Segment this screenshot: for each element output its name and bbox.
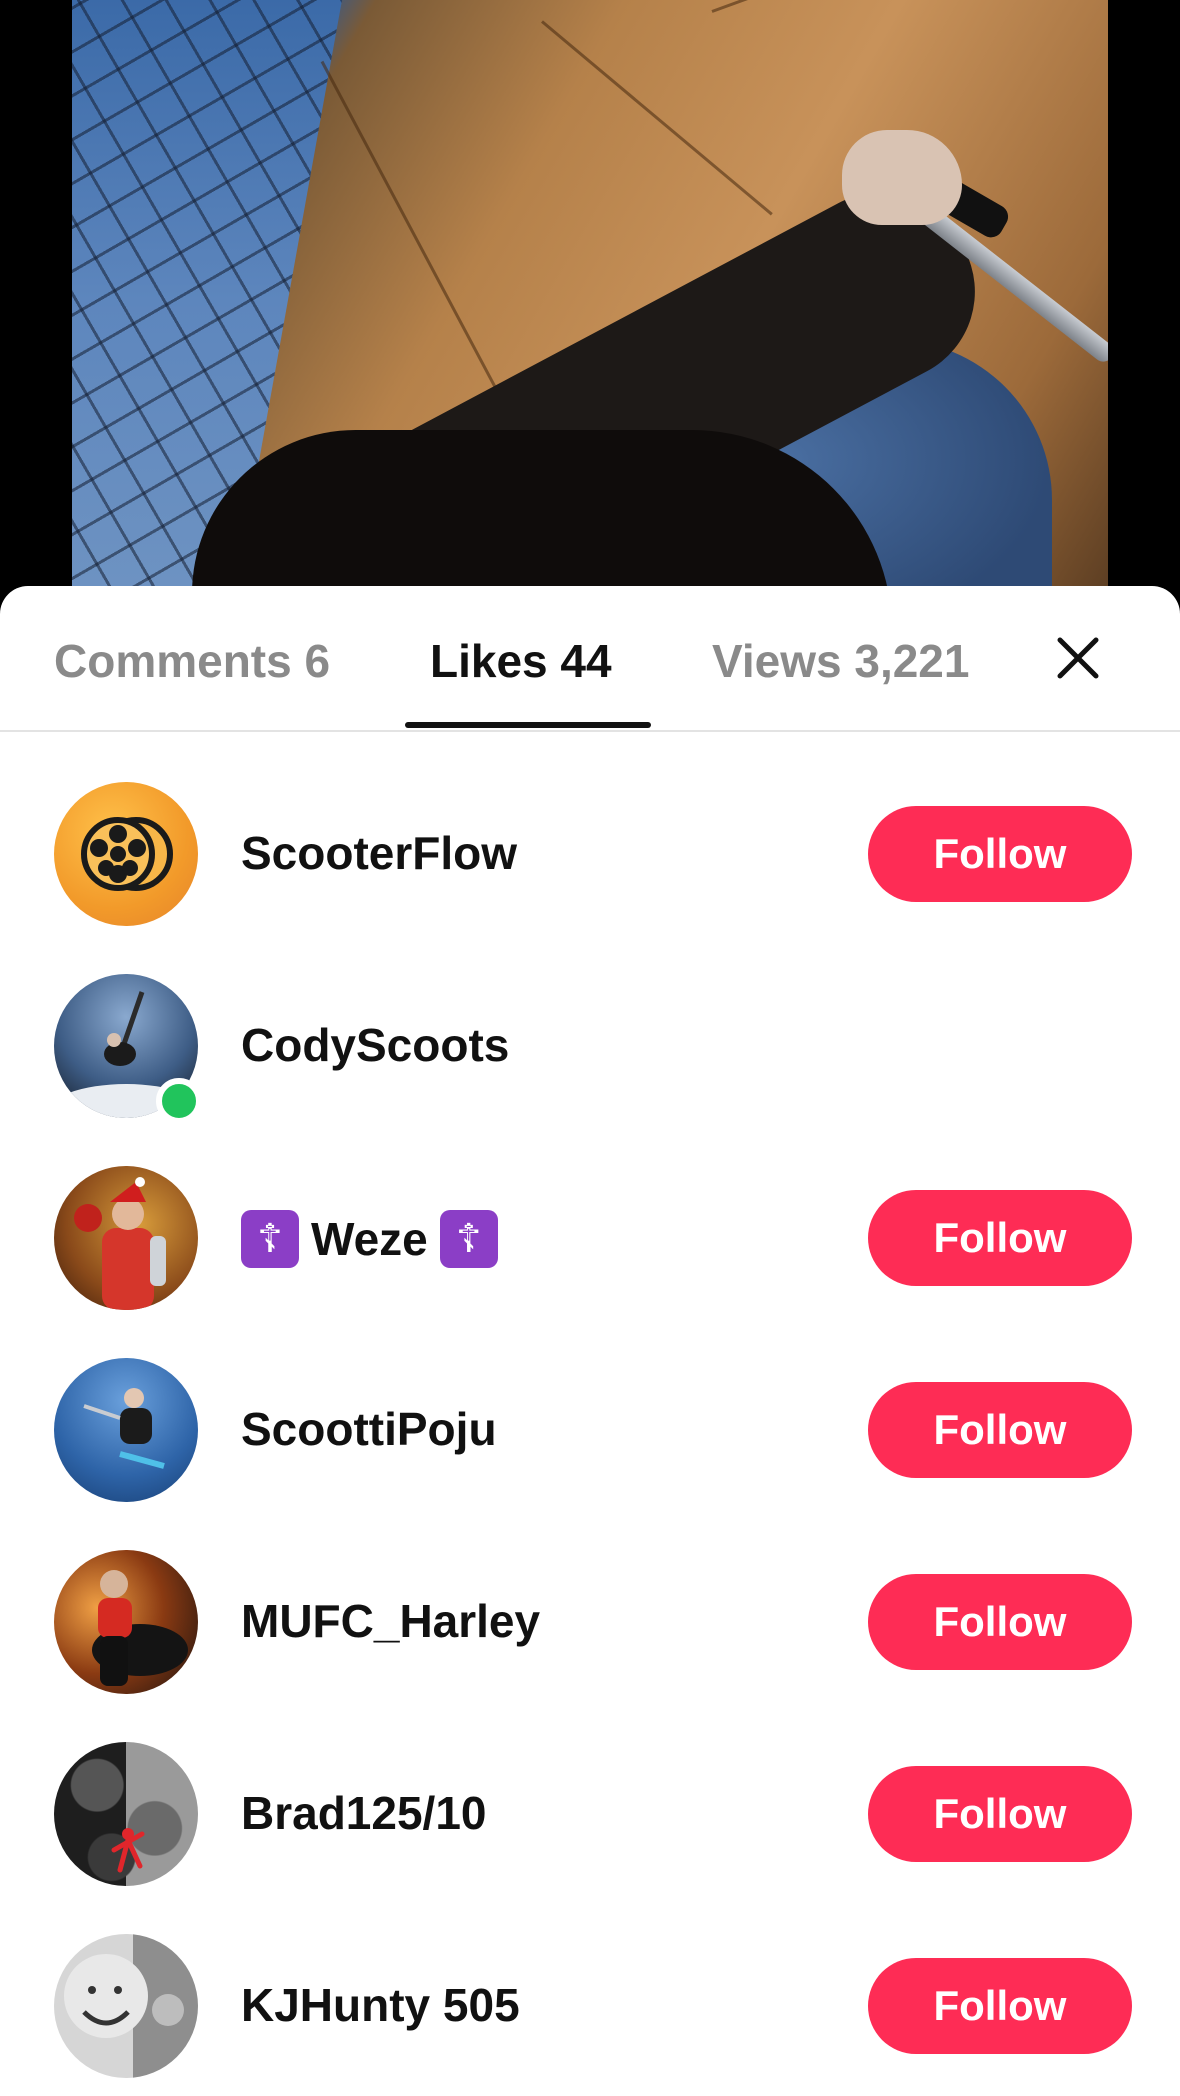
username-text: ScooterFlow — [241, 827, 518, 879]
list-item[interactable]: CodyScoots — [0, 970, 1180, 1124]
close-icon — [1057, 637, 1099, 679]
follow-button[interactable]: Follow — [868, 1382, 1132, 1478]
list-item[interactable]: MUFC_Harley Follow — [0, 1546, 1180, 1696]
username-text: KJHunty 505 — [241, 1979, 520, 2031]
username[interactable]: CodyScoots — [241, 1018, 509, 1072]
username[interactable]: ☦ Weze ☦ — [241, 1210, 498, 1268]
likes-sheet: Comments 6 Likes 44 Views 3,221 ScooterF… — [0, 586, 1180, 2096]
rider-jump-icon — [83, 1388, 165, 1469]
list-item[interactable]: ☦ Weze ☦ Follow — [0, 1162, 1180, 1312]
child-face-icon — [64, 1954, 184, 2038]
list-item[interactable]: ScooterFlow Follow — [0, 778, 1180, 928]
list-item[interactable]: KJHunty 505 Follow — [0, 1930, 1180, 2080]
tab-likes[interactable]: Likes 44 — [430, 634, 612, 688]
avatar[interactable] — [54, 1742, 198, 1886]
jumpman-logo-icon — [111, 1828, 145, 1873]
video-ramp-seam — [711, 0, 1108, 13]
follow-button[interactable]: Follow — [868, 1574, 1132, 1670]
video-frame — [72, 0, 1108, 600]
username-text: ScoottiPoju — [241, 1403, 497, 1455]
video-ramp-seam — [320, 60, 521, 434]
list-item[interactable]: ScoottiPoju Follow — [0, 1354, 1180, 1504]
video-player[interactable] — [0, 0, 1180, 600]
username[interactable]: ScoottiPoju — [241, 1402, 497, 1456]
video-rider-hand — [842, 130, 962, 225]
video-ramp-seam — [541, 20, 773, 216]
follow-button[interactable]: Follow — [868, 806, 1132, 902]
avatar[interactable] — [54, 1934, 198, 2078]
username-text: Brad125/10 — [241, 1787, 487, 1839]
username[interactable]: KJHunty 505 — [241, 1978, 520, 2032]
username[interactable]: Brad125/10 — [241, 1786, 487, 1840]
video-rider-body — [192, 430, 892, 600]
avatar[interactable] — [54, 782, 198, 926]
person-photo-icon — [74, 1177, 166, 1310]
active-tab-indicator — [405, 722, 651, 728]
tab-views[interactable]: Views 3,221 — [712, 634, 969, 688]
follow-button[interactable]: Follow — [868, 1190, 1132, 1286]
avatar[interactable] — [54, 1550, 198, 1694]
list-item[interactable]: Brad125/10 Follow — [0, 1738, 1180, 1888]
follow-button[interactable]: Follow — [868, 1958, 1132, 2054]
orthodox-cross-icon: ☦ — [241, 1210, 299, 1268]
tab-comments[interactable]: Comments 6 — [54, 634, 330, 688]
username[interactable]: MUFC_Harley — [241, 1594, 540, 1648]
follow-button[interactable]: Follow — [868, 1766, 1132, 1862]
online-status-dot — [156, 1078, 202, 1124]
username-text: CodyScoots — [241, 1019, 510, 1071]
username[interactable]: ScooterFlow — [241, 826, 517, 880]
person-motorbike-icon — [92, 1570, 188, 1686]
close-button[interactable] — [1050, 630, 1106, 686]
username-text: Weze — [311, 1213, 428, 1265]
orthodox-cross-icon: ☦ — [439, 1210, 498, 1268]
tab-bar: Comments 6 Likes 44 Views 3,221 — [0, 586, 1180, 732]
username-text: MUFC_Harley — [241, 1595, 541, 1647]
avatar[interactable] — [54, 1358, 198, 1502]
avatar[interactable] — [54, 1166, 198, 1310]
wheel-logo-icon — [81, 817, 173, 891]
